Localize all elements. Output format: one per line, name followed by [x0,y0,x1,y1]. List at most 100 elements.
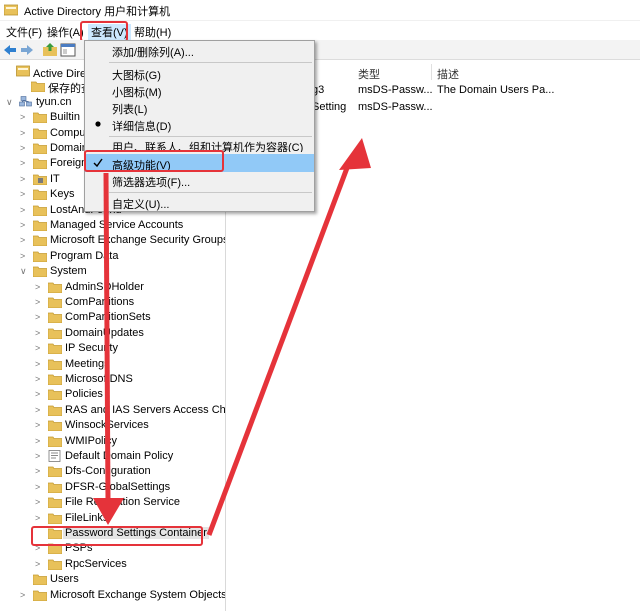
collapse-chevron-icon[interactable]: ∨ [20,266,30,276]
tree-item-label: RpcServices [65,557,127,570]
menu-item-label: 自定义(U)... [112,199,170,211]
menu-view[interactable]: 查看(V) [88,24,131,40]
folder-icon [32,188,48,201]
menu-item-large-icons[interactable]: 大图标(G) [85,65,314,82]
expand-chevron-icon[interactable]: > [20,189,30,199]
menu-item-users-as-containers[interactable]: 用户、联系人、组和计算机作为容器(C) [85,138,314,152]
folder-icon [32,573,48,586]
expand-chevron-icon[interactable]: > [35,297,45,307]
folder-icon [32,204,48,216]
tree-item-label: MicrosoftDNS [65,373,133,385]
menu-item-advanced-features[interactable]: 高级功能(V) [85,154,314,172]
menu-item-label: 添加/删除列(A)... [112,47,194,59]
tree-item-label: DomainUpdates [65,326,144,339]
expand-chevron-icon[interactable]: > [35,374,45,384]
expand-chevron-icon[interactable]: > [20,174,30,184]
folder-icon [32,589,48,601]
menu-item-details[interactable]: 详细信息(D) [85,116,314,133]
menu-help[interactable]: 帮助(H) [131,24,174,40]
expand-chevron-icon[interactable]: > [35,282,45,292]
policy-object-icon [48,450,62,462]
expand-chevron-icon[interactable]: > [20,205,30,215]
expand-chevron-icon[interactable]: > [35,343,45,353]
radio-bullet-icon [95,121,101,127]
tree-item-label: Password Settings Container [63,527,209,539]
menu-item-filter-options[interactable]: 筛选器选项(F)... [85,172,314,189]
folder-icon [47,465,63,478]
menu-item-label: 高级功能(V) [112,160,171,172]
expand-chevron-icon[interactable]: > [35,405,45,415]
menu-item-customize[interactable]: 自定义(U)... [85,194,314,211]
tree-item-label: WinsockServices [65,419,149,432]
expand-chevron-icon[interactable]: > [35,513,45,523]
expand-chevron-icon[interactable]: > [35,359,45,369]
expand-chevron-icon[interactable]: > [20,590,30,600]
tree-item-label: Policies [65,388,103,401]
tree-item-label: System [50,265,87,278]
expand-chevron-icon[interactable]: > [20,112,30,122]
column-header-type[interactable]: 类型 [358,66,380,82]
expand-chevron-icon[interactable]: > [20,235,30,245]
tree-item-label: Builtin [50,111,80,124]
menu-item-small-icons[interactable]: 小图标(M) [85,82,314,99]
menu-item-label: 详细信息(D) [112,121,172,133]
expand-chevron-icon[interactable]: > [35,436,45,446]
expand-chevron-icon[interactable]: > [35,482,45,492]
tree-item-label: IP Security [65,342,118,355]
expand-chevron-icon[interactable]: > [35,543,45,553]
tree-item-label: WMIPolicy [65,434,117,447]
up-folder-icon[interactable] [42,42,58,58]
expand-chevron-icon[interactable]: > [35,451,45,461]
folder-icon [47,373,63,386]
folder-icon [47,542,63,555]
tree-item-label: Default Domain Policy [65,450,174,462]
folder-icon [32,157,48,170]
folder-icon [47,527,63,540]
expand-chevron-icon[interactable]: > [20,251,30,261]
tree-item-label: AdminSDHolder [65,280,144,293]
collapse-chevron-icon[interactable]: ∨ [6,97,16,107]
folder-icon [47,342,63,355]
menu-file[interactable]: 文件(F) [3,24,45,40]
folder-icon [30,80,46,93]
folder-icon [32,265,48,278]
folder-icon [47,435,63,447]
menu-item-label: 列表(L) [112,104,148,116]
expand-chevron-icon[interactable]: > [35,466,45,476]
expand-chevron-icon[interactable]: > [20,143,30,153]
list-row-name[interactable]: Setting [312,101,346,113]
menu-item-list[interactable]: 列表(L) [85,99,314,116]
tree-item-label: Users [50,573,79,586]
expand-chevron-icon[interactable]: > [20,128,30,138]
column-header-description[interactable]: 描述 [437,66,459,82]
back-arrow-icon[interactable] [2,42,18,58]
menu-item-label: 小图标(M) [112,87,162,99]
menu-item-add-remove-columns[interactable]: 添加/删除列(A)... [85,42,314,59]
domain-icon [19,95,33,108]
tree-item-label: Program Data [50,249,119,262]
expand-chevron-icon[interactable]: > [35,328,45,338]
expand-chevron-icon[interactable]: > [20,220,30,230]
tree-item-label: FileLinks [65,511,109,524]
tree-item-label: ComPartitionSets [65,311,151,324]
expand-chevron-icon[interactable]: > [35,312,45,322]
tree-item-label: ComPartitions [65,296,135,308]
expand-chevron-icon[interactable]: > [20,158,30,168]
folder-icon [32,219,48,232]
forward-arrow-icon[interactable] [19,42,35,58]
folder-icon [32,111,48,124]
folder-icon [32,142,48,155]
show-hide-console-tree-icon[interactable] [60,42,76,58]
expand-chevron-icon[interactable]: > [35,420,45,430]
expand-chevron-icon[interactable]: > [35,559,45,569]
expand-chevron-icon[interactable]: > [35,389,45,399]
menu-action[interactable]: 操作(A) [44,24,87,40]
menu-separator [109,192,312,193]
view-dropdown-menu: 添加/删除列(A)... 大图标(G) 小图标(M) 列表(L) 详细信息(D)… [84,40,315,212]
list-row-description: The Domain Users Pa... [437,84,555,96]
menu-item-label: 大图标(G) [112,70,161,82]
expand-chevron-icon[interactable]: > [35,497,45,507]
tree-item-label: Dfs-Configuration [65,465,151,478]
folder-icon [47,388,63,401]
